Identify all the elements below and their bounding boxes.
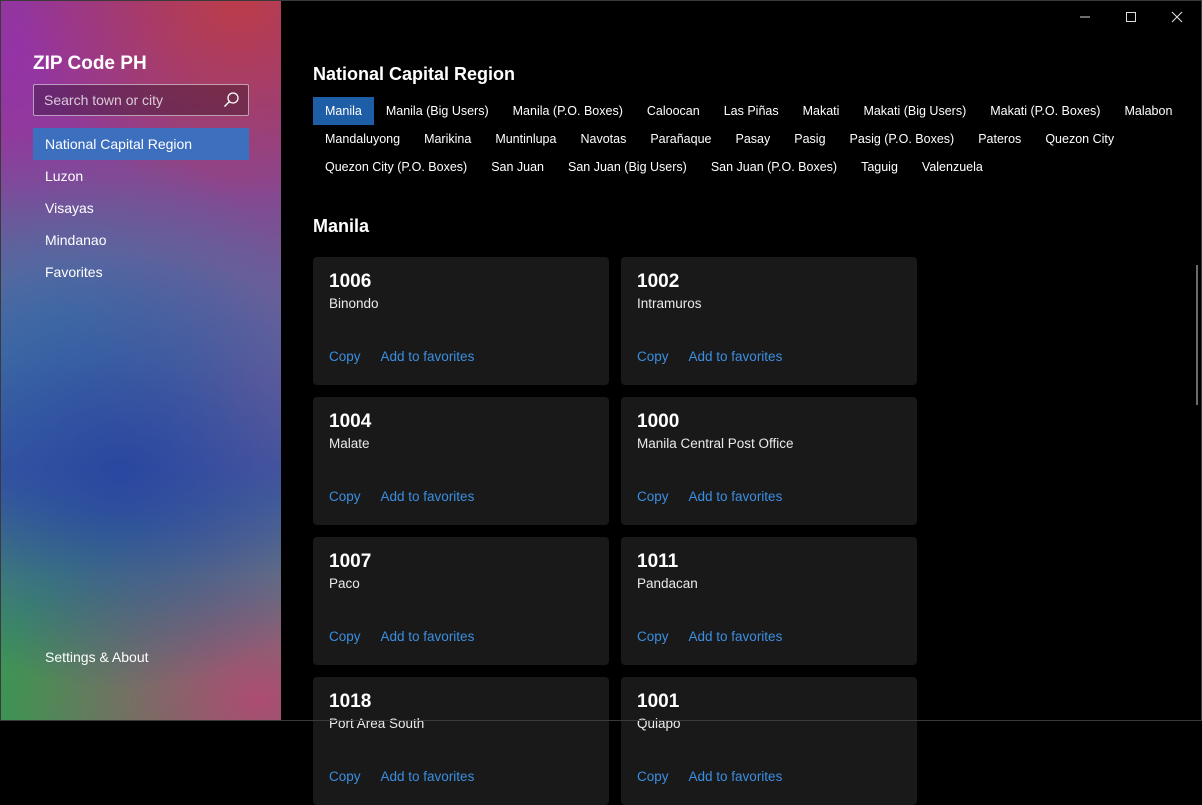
card-actions: Copy Add to favorites bbox=[329, 629, 494, 644]
city-row: Quezon City (P.O. Boxes) San Juan San Ju… bbox=[313, 153, 1173, 181]
city-chip[interactable]: Muntinlupa bbox=[483, 125, 568, 153]
maximize-button[interactable] bbox=[1108, 4, 1154, 30]
card-actions: Copy Add to favorites bbox=[329, 349, 494, 364]
copy-button[interactable]: Copy bbox=[329, 629, 361, 644]
zip-code: 1007 bbox=[329, 551, 372, 572]
city-row: Mandaluyong Marikina Muntinlupa Navotas … bbox=[313, 125, 1173, 153]
card-actions: Copy Add to favorites bbox=[637, 489, 802, 504]
card-actions: Copy Add to favorites bbox=[329, 489, 494, 504]
place-name: Binondo bbox=[329, 296, 379, 311]
section-title: Manila bbox=[313, 216, 370, 236]
copy-button[interactable]: Copy bbox=[637, 769, 669, 784]
add-to-favorites-button[interactable]: Add to favorites bbox=[689, 489, 783, 504]
zip-card-grid: 1006 Binondo Copy Add to favorites 1002 I… bbox=[313, 257, 917, 805]
zip-code: 1006 bbox=[329, 271, 372, 292]
copy-button[interactable]: Copy bbox=[329, 489, 361, 504]
zip-card: 1002 Intramuros Copy Add to favorites bbox=[621, 257, 917, 385]
search-input[interactable] bbox=[34, 85, 214, 115]
zip-code: 1002 bbox=[637, 271, 680, 292]
place-name: Quiapo bbox=[637, 716, 681, 731]
minimize-button[interactable] bbox=[1062, 4, 1108, 30]
add-to-favorites-button[interactable]: Add to favorites bbox=[381, 349, 475, 364]
city-chip[interactable]: Pasay bbox=[724, 125, 783, 153]
city-chip[interactable]: Manila (P.O. Boxes) bbox=[501, 97, 635, 125]
city-chip[interactable]: Parañaque bbox=[638, 125, 723, 153]
settings-about-item[interactable]: Settings & About bbox=[45, 649, 149, 665]
copy-button[interactable]: Copy bbox=[329, 349, 361, 364]
add-to-favorites-button[interactable]: Add to favorites bbox=[381, 629, 475, 644]
add-to-favorites-button[interactable]: Add to favorites bbox=[689, 629, 783, 644]
nav-menu: National Capital Region Luzon Visayas Mi… bbox=[33, 128, 249, 288]
zip-card: 1004 Malate Copy Add to favorites bbox=[313, 397, 609, 525]
sidebar: ZIP Code PH National Capital Region Luzo… bbox=[0, 0, 281, 721]
nav-item-mindanao[interactable]: Mindanao bbox=[33, 224, 249, 256]
place-name: Manila Central Post Office bbox=[637, 436, 794, 451]
place-name: Port Area South bbox=[329, 716, 425, 731]
city-chip[interactable]: Navotas bbox=[568, 125, 638, 153]
place-name: Malate bbox=[329, 436, 370, 451]
city-chip[interactable]: Marikina bbox=[412, 125, 483, 153]
copy-button[interactable]: Copy bbox=[329, 769, 361, 784]
zip-card: 1006 Binondo Copy Add to favorites bbox=[313, 257, 609, 385]
zip-code: 1004 bbox=[329, 411, 372, 432]
city-chip[interactable]: Makati bbox=[791, 97, 852, 125]
city-chip[interactable]: San Juan bbox=[479, 153, 556, 181]
close-icon bbox=[1171, 11, 1183, 23]
city-chip[interactable]: Las Piñas bbox=[712, 97, 791, 125]
zip-card: 1001 Quiapo Copy Add to favorites bbox=[621, 677, 917, 805]
city-chip[interactable]: Makati (P.O. Boxes) bbox=[978, 97, 1112, 125]
nav-item-favorites[interactable]: Favorites bbox=[33, 256, 249, 288]
city-chip[interactable]: San Juan (P.O. Boxes) bbox=[699, 153, 849, 181]
zip-card: 1007 Paco Copy Add to favorites bbox=[313, 537, 609, 665]
city-chip[interactable]: Pasig (P.O. Boxes) bbox=[838, 125, 967, 153]
close-button[interactable] bbox=[1154, 4, 1200, 30]
maximize-icon bbox=[1126, 12, 1136, 22]
zip-card: 1011 Pandacan Copy Add to favorites bbox=[621, 537, 917, 665]
city-chip[interactable]: Manila bbox=[313, 97, 374, 125]
city-chip[interactable]: Manila (Big Users) bbox=[374, 97, 501, 125]
city-chip[interactable]: Taguig bbox=[849, 153, 910, 181]
city-chip[interactable]: Valenzuela bbox=[910, 153, 995, 181]
city-row: Manila Manila (Big Users) Manila (P.O. B… bbox=[313, 97, 1173, 125]
city-chip[interactable]: San Juan (Big Users) bbox=[556, 153, 699, 181]
card-actions: Copy Add to favorites bbox=[637, 349, 802, 364]
city-chip[interactable]: Caloocan bbox=[635, 97, 712, 125]
zip-code: 1018 bbox=[329, 691, 372, 712]
zip-card: 1018 Port Area South Copy Add to favorite… bbox=[313, 677, 609, 805]
search-icon[interactable] bbox=[222, 91, 240, 109]
zip-card: 1000 Manila Central Post Office Copy Add … bbox=[621, 397, 917, 525]
add-to-favorites-button[interactable]: Add to favorites bbox=[689, 769, 783, 784]
app-title: ZIP Code PH bbox=[33, 53, 147, 74]
copy-button[interactable]: Copy bbox=[637, 629, 669, 644]
add-to-favorites-button[interactable]: Add to favorites bbox=[381, 489, 475, 504]
nav-item-visayas[interactable]: Visayas bbox=[33, 192, 249, 224]
copy-button[interactable]: Copy bbox=[637, 489, 669, 504]
city-chip[interactable]: Malabon bbox=[1112, 97, 1184, 125]
place-name: Intramuros bbox=[637, 296, 702, 311]
zip-code: 1000 bbox=[637, 411, 680, 432]
card-actions: Copy Add to favorites bbox=[637, 629, 802, 644]
city-chip[interactable]: Pasig bbox=[782, 125, 837, 153]
card-actions: Copy Add to favorites bbox=[329, 769, 494, 784]
add-to-favorites-button[interactable]: Add to favorites bbox=[381, 769, 475, 784]
city-chip[interactable]: Quezon City (P.O. Boxes) bbox=[313, 153, 479, 181]
city-chip[interactable]: Mandaluyong bbox=[313, 125, 412, 153]
city-chip[interactable]: Quezon City bbox=[1033, 125, 1126, 153]
add-to-favorites-button[interactable]: Add to favorites bbox=[689, 349, 783, 364]
city-chip[interactable]: Pateros bbox=[966, 125, 1033, 153]
card-actions: Copy Add to favorites bbox=[637, 769, 802, 784]
place-name: Paco bbox=[329, 576, 360, 591]
region-title: National Capital Region bbox=[313, 64, 516, 84]
city-chip[interactable]: Makati (Big Users) bbox=[851, 97, 978, 125]
place-name: Pandacan bbox=[637, 576, 698, 591]
nav-item-luzon[interactable]: Luzon bbox=[33, 160, 249, 192]
copy-button[interactable]: Copy bbox=[637, 349, 669, 364]
search-box[interactable] bbox=[33, 84, 249, 116]
zip-code: 1011 bbox=[637, 551, 679, 572]
zip-code: 1001 bbox=[637, 691, 680, 712]
nav-item-national-capital-region[interactable]: National Capital Region bbox=[33, 128, 249, 160]
vertical-scrollbar[interactable] bbox=[1196, 265, 1198, 405]
minimize-icon bbox=[1080, 16, 1090, 18]
city-selector: Manila Manila (Big Users) Manila (P.O. B… bbox=[313, 97, 1173, 181]
